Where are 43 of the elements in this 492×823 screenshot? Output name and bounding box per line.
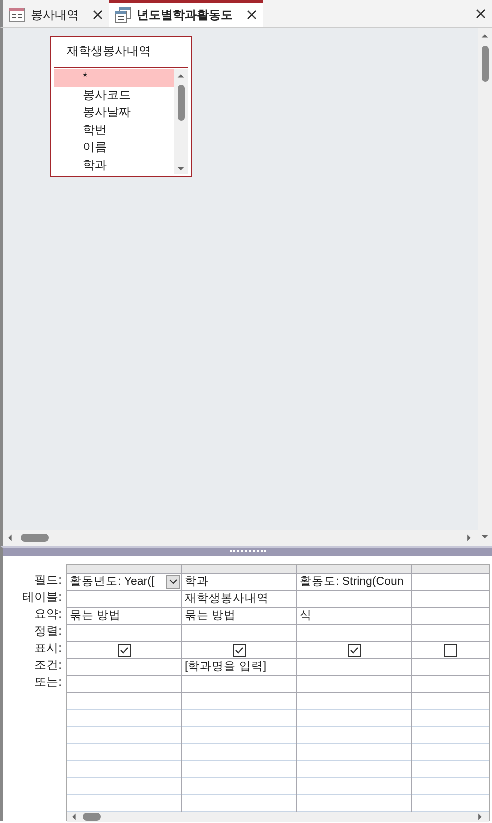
column-selector[interactable] [297, 565, 411, 574]
field-expression[interactable]: 학과 [185, 574, 209, 590]
grid-cell[interactable]: 묶는 방법 [182, 608, 296, 625]
scrollbar-thumb[interactable] [21, 534, 49, 542]
close-icon[interactable] [247, 10, 257, 20]
document-tab[interactable]: 년도별학과활동도 [109, 0, 263, 27]
scrollbar-thumb[interactable] [178, 85, 184, 121]
field-item[interactable]: 봉사코드 [54, 86, 174, 104]
field-item[interactable]: 이름 [54, 139, 174, 156]
row-label: 정렬: [34, 623, 62, 640]
show-checkbox[interactable] [444, 644, 457, 656]
document-tab[interactable]: 봉사내역 [3, 0, 109, 27]
field-item[interactable]: 학과 [54, 156, 174, 174]
field-item[interactable]: * [54, 69, 174, 86]
close-icon[interactable] [476, 8, 486, 18]
table-icon [9, 8, 25, 22]
dropdown-button[interactable] [166, 575, 180, 589]
show-checkbox[interactable] [348, 644, 360, 656]
row-label: 표시: [34, 640, 62, 657]
row-label: 테이블: [22, 589, 62, 606]
caret-icon [168, 579, 178, 585]
scrollbar-thumb[interactable] [482, 46, 488, 82]
show-checkbox[interactable] [118, 644, 130, 656]
scroll-left-arrow-icon[interactable] [7, 533, 15, 543]
scrollbar-thumb[interactable] [83, 813, 101, 821]
grid-cell[interactable]: 식 [297, 608, 411, 625]
grid-cell[interactable]: 재학생봉사내역 [182, 591, 296, 608]
column-selector[interactable] [412, 565, 489, 574]
field-expression[interactable]: 활동도: String(Coun [300, 574, 404, 590]
row-label: 필드: [34, 572, 62, 589]
table-title: 재학생봉사내역 [54, 37, 188, 68]
field-item[interactable]: 봉사날짜 [54, 104, 174, 122]
row-label: 요약: [34, 606, 62, 623]
field-item[interactable]: 학번 [54, 122, 174, 139]
show-checkbox[interactable] [232, 644, 246, 656]
close-icon[interactable] [93, 10, 103, 20]
field-expression[interactable]: 활동년도: Year([ [70, 574, 155, 590]
row-label: 조건: [34, 657, 62, 674]
scroll-left-arrow-icon[interactable] [71, 812, 79, 822]
query-icon [115, 7, 131, 23]
grid-cell[interactable]: 묶는 방법 [67, 608, 181, 625]
row-label: 또는: [34, 674, 62, 691]
grid-cell[interactable]: [학과명을 입력] [182, 659, 296, 676]
